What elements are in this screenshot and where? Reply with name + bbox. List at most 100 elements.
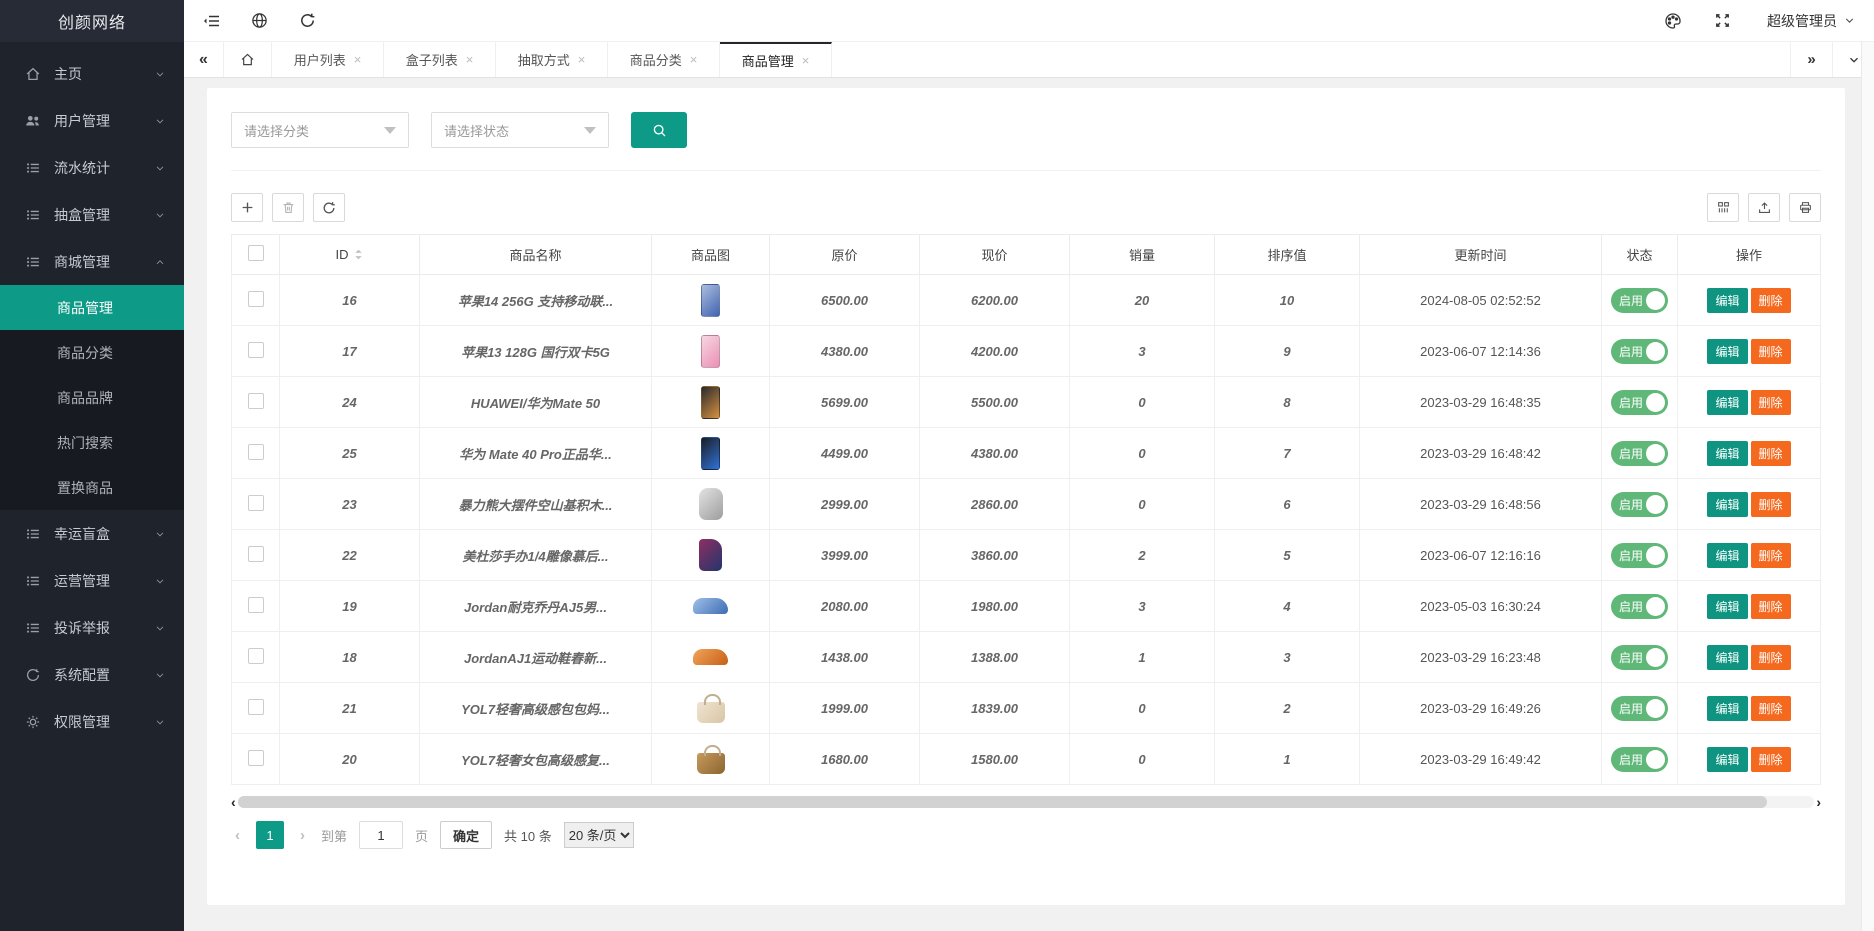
submenu-item-hot-search[interactable]: 热门搜索	[0, 420, 184, 465]
sidebar-item-users[interactable]: 用户管理	[0, 97, 184, 144]
delete-button[interactable]: 删除	[1751, 492, 1791, 517]
edit-button[interactable]: 编辑	[1707, 594, 1747, 619]
sidebar-item-box-mgmt[interactable]: 抽盒管理	[0, 191, 184, 238]
tab-product-category[interactable]: 商品分类 ×	[608, 42, 720, 77]
page-size-select[interactable]: 20 条/页	[564, 822, 634, 848]
chevron-down-icon	[154, 528, 166, 540]
delete-button[interactable]: 删除	[1751, 594, 1791, 619]
status-toggle[interactable]: 启用	[1611, 645, 1668, 670]
prev-page-button[interactable]: ‹	[231, 827, 244, 844]
globe-icon[interactable]	[250, 11, 270, 31]
delete-button[interactable]: 删除	[1751, 441, 1791, 466]
sidebar-item-lucky-box[interactable]: 幸运盲盒	[0, 510, 184, 557]
status-select[interactable]: 请选择状态	[431, 112, 609, 148]
row-checkbox[interactable]	[248, 342, 264, 358]
refresh-icon[interactable]	[298, 11, 318, 31]
row-checkbox[interactable]	[248, 750, 264, 766]
row-checkbox[interactable]	[248, 648, 264, 664]
edit-button[interactable]: 编辑	[1707, 441, 1747, 466]
next-page-button[interactable]: ›	[296, 827, 309, 844]
sidebar-item-system-config[interactable]: 系统配置	[0, 651, 184, 698]
edit-button[interactable]: 编辑	[1707, 645, 1747, 670]
current-page-button[interactable]: 1	[256, 821, 284, 849]
row-checkbox[interactable]	[248, 699, 264, 715]
status-toggle[interactable]: 启用	[1611, 747, 1668, 772]
table-row: 25 华为 Mate 40 Pro正品华... 4499.00 4380.00 …	[232, 428, 1821, 479]
tab-product-mgmt[interactable]: 商品管理 ×	[720, 42, 832, 77]
scroll-left-icon[interactable]: ‹	[231, 795, 236, 809]
delete-button[interactable]: 删除	[1751, 645, 1791, 670]
tabs-scroll-left-button[interactable]: «	[184, 42, 224, 77]
row-checkbox[interactable]	[248, 495, 264, 511]
scroll-right-icon[interactable]: ›	[1816, 795, 1821, 809]
submenu-item-product-mgmt[interactable]: 商品管理	[0, 285, 184, 330]
confirm-page-button[interactable]: 确定	[440, 821, 492, 849]
tab-box-list[interactable]: 盒子列表 ×	[384, 42, 496, 77]
tab-user-list[interactable]: 用户列表 ×	[272, 42, 384, 77]
delete-button[interactable]: 删除	[1751, 288, 1791, 313]
edit-button[interactable]: 编辑	[1707, 543, 1747, 568]
status-toggle[interactable]: 启用	[1611, 288, 1668, 313]
fullscreen-icon[interactable]	[1713, 11, 1733, 31]
table-row: 23 暴力熊大摆件空山基积木... 2999.00 2860.00 0 6 20…	[232, 479, 1821, 530]
row-checkbox[interactable]	[248, 444, 264, 460]
sidebar-item-home[interactable]: 主页	[0, 50, 184, 97]
edit-button[interactable]: 编辑	[1707, 696, 1747, 721]
tab-draw-method[interactable]: 抽取方式 ×	[496, 42, 608, 77]
close-icon[interactable]: ×	[354, 52, 362, 67]
edit-button[interactable]: 编辑	[1707, 288, 1747, 313]
close-icon[interactable]: ×	[466, 52, 474, 67]
submenu-item-product-brand[interactable]: 商品品牌	[0, 375, 184, 420]
columns-toggle-button[interactable]	[1707, 193, 1739, 222]
sidebar-item-complaint-report[interactable]: 投诉举报	[0, 604, 184, 651]
print-button[interactable]	[1789, 193, 1821, 222]
submenu-item-swap-product[interactable]: 置换商品	[0, 465, 184, 510]
status-toggle[interactable]: 启用	[1611, 696, 1668, 721]
refresh-table-button[interactable]	[313, 193, 345, 222]
sidebar-item-operation-mgmt[interactable]: 运营管理	[0, 557, 184, 604]
submenu-item-product-category[interactable]: 商品分类	[0, 330, 184, 375]
status-toggle[interactable]: 启用	[1611, 543, 1668, 568]
delete-button[interactable]: 删除	[1751, 747, 1791, 772]
edit-button[interactable]: 编辑	[1707, 747, 1747, 772]
delete-button[interactable]: 删除	[1751, 339, 1791, 364]
status-toggle[interactable]: 启用	[1611, 492, 1668, 517]
scrollbar-track[interactable]	[238, 796, 1815, 808]
status-toggle[interactable]: 启用	[1611, 594, 1668, 619]
edit-button[interactable]: 编辑	[1707, 390, 1747, 415]
delete-button[interactable]: 删除	[1751, 696, 1791, 721]
search-button[interactable]	[631, 112, 687, 148]
sidebar-toggle-icon[interactable]	[202, 11, 222, 31]
row-checkbox[interactable]	[248, 393, 264, 409]
row-checkbox[interactable]	[248, 597, 264, 613]
status-toggle[interactable]: 启用	[1611, 390, 1668, 415]
status-toggle[interactable]: 启用	[1611, 441, 1668, 466]
row-checkbox[interactable]	[248, 546, 264, 562]
scrollbar-thumb[interactable]	[238, 796, 1767, 808]
theme-palette-icon[interactable]	[1663, 11, 1683, 31]
sort-icon[interactable]	[353, 248, 364, 261]
close-icon[interactable]: ×	[578, 52, 586, 67]
sidebar-item-mall-mgmt[interactable]: 商城管理	[0, 238, 184, 285]
vertical-scrollbar[interactable]	[1861, 42, 1874, 931]
export-button[interactable]	[1748, 193, 1780, 222]
delete-button[interactable]: 删除	[1751, 543, 1791, 568]
horizontal-scrollbar[interactable]: ‹ ›	[231, 795, 1821, 809]
tabs-scroll-right-button[interactable]: »	[1790, 42, 1832, 77]
sidebar-item-permission-mgmt[interactable]: 权限管理	[0, 698, 184, 745]
user-menu[interactable]: 超级管理员	[1767, 11, 1856, 31]
edit-button[interactable]: 编辑	[1707, 492, 1747, 517]
delete-button[interactable]: 删除	[1751, 390, 1791, 415]
category-select[interactable]: 请选择分类	[231, 112, 409, 148]
sidebar-item-flow-stats[interactable]: 流水统计	[0, 144, 184, 191]
row-checkbox[interactable]	[248, 291, 264, 307]
edit-button[interactable]: 编辑	[1707, 339, 1747, 364]
status-toggle[interactable]: 启用	[1611, 339, 1668, 364]
goto-page-input[interactable]	[359, 821, 403, 849]
select-all-checkbox[interactable]	[248, 245, 264, 261]
tab-home[interactable]	[224, 42, 272, 77]
add-button[interactable]	[231, 193, 263, 222]
close-icon[interactable]: ×	[802, 53, 810, 68]
close-icon[interactable]: ×	[690, 52, 698, 67]
batch-delete-button[interactable]	[272, 193, 304, 222]
